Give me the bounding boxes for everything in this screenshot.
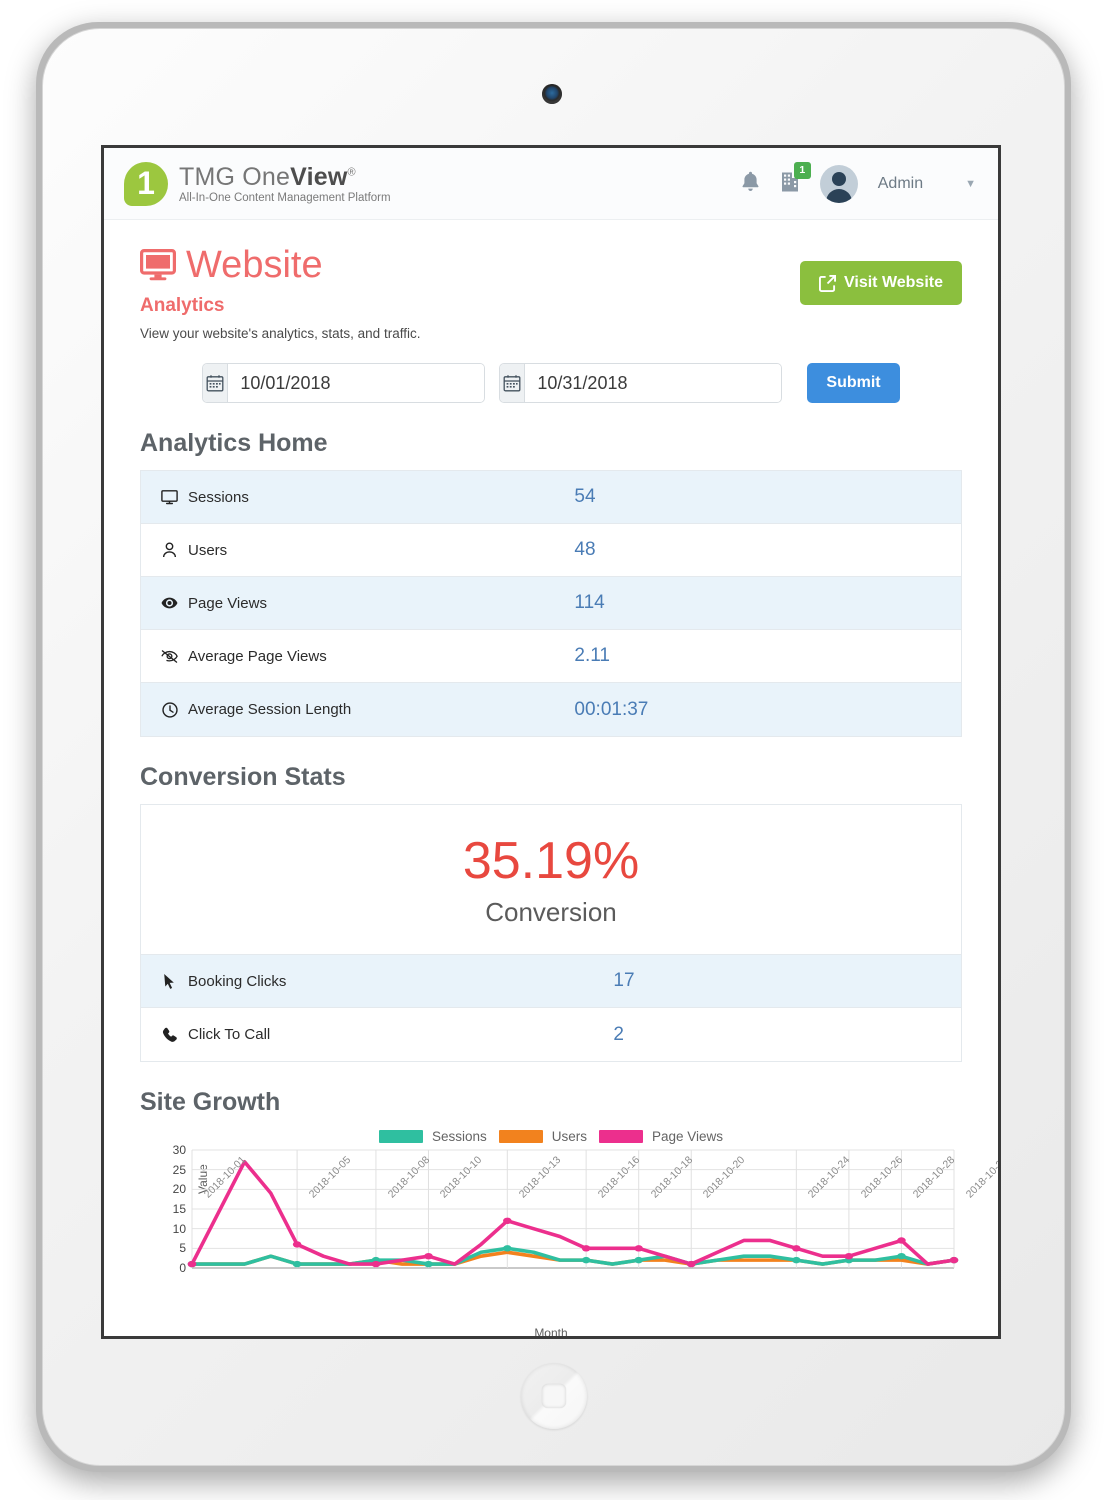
site-growth-heading: Site Growth	[140, 1088, 281, 1116]
brand-mark-icon: 1	[124, 161, 168, 206]
conversion-hero: 35.19% Conversion	[141, 805, 961, 955]
brand-mark-text: 1	[137, 165, 155, 201]
eye-icon	[161, 596, 178, 610]
monitor-icon	[140, 249, 176, 281]
conversion-stats-table: 35.19% Conversion Booking Clicks 17 Click …	[140, 804, 962, 1062]
end-date-input[interactable]	[525, 364, 782, 402]
clock-icon	[161, 701, 178, 718]
stat-value: 17	[613, 970, 635, 991]
stat-label: Page Views	[161, 595, 267, 612]
analytics-home-heading: Analytics Home	[140, 429, 328, 457]
stat-label-text: Average Page Views	[188, 647, 327, 665]
end-date-field[interactable]	[499, 363, 783, 403]
stat-label: Average Session Length	[161, 701, 351, 718]
page-content: Website Analytics View your website's an…	[104, 220, 998, 1339]
legend-item[interactable]: Users	[498, 1129, 587, 1144]
stat-value: 00:01:37	[574, 698, 649, 720]
table-row: Page Views 114	[141, 577, 961, 630]
stat-label-text: Click To Call	[188, 1026, 271, 1043]
stat-value: 114	[574, 592, 605, 613]
cursor-icon	[161, 973, 178, 990]
table-row: Booking Clicks 17	[141, 955, 961, 1008]
legend-label: Page Views	[652, 1129, 724, 1144]
y-tick-label: 30	[172, 1143, 186, 1157]
table-row: Average Session Length 00:01:37	[141, 683, 961, 736]
y-tick-label: 10	[172, 1221, 186, 1236]
site-growth-chart: Sessions Users Page Views Value 0 5 10 15 20 25…	[140, 1129, 998, 1339]
page-title-text: Website	[186, 244, 323, 286]
start-date-input[interactable]	[228, 364, 485, 402]
y-tick-label: 20	[172, 1182, 186, 1197]
stat-value: 2	[613, 1023, 624, 1045]
table-row: Sessions 54	[141, 471, 961, 524]
brand-wordmark: TMG OneView®	[179, 162, 391, 191]
building-badge: 1	[793, 161, 811, 179]
y-tick-label: 15	[172, 1202, 186, 1216]
phone-icon	[161, 1027, 178, 1043]
legend-swatch	[378, 1130, 423, 1143]
y-tick-label: 25	[172, 1162, 186, 1177]
conversion-caption: Conversion	[485, 897, 617, 927]
app-header: 1 TMG OneView® All-In-One Content Manage…	[104, 148, 998, 220]
user-icon	[161, 542, 178, 558]
legend-label: Users	[551, 1129, 587, 1144]
chart-plot-area: Value 0 5 10 15 20 25 30 2018-10-01 2018-10-05 2…	[173, 1143, 998, 1275]
stat-label: Click To Call	[161, 1026, 270, 1043]
monitor-icon	[161, 489, 178, 505]
stat-label-text: Page Views	[188, 594, 267, 612]
legend-item[interactable]: Sessions	[378, 1129, 487, 1144]
stat-label: Average Page Views	[161, 648, 327, 665]
user-name[interactable]: Admin	[878, 175, 923, 193]
table-row: Click To Call 2	[141, 1008, 961, 1061]
stat-label: Users	[161, 542, 227, 559]
stat-value: 48	[574, 539, 596, 560]
conversion-rows: Booking Clicks 17 Click To Call 2	[141, 955, 961, 1061]
stat-label-text: Booking Clicks	[188, 972, 287, 990]
chart-legend: Sessions Users Page Views	[140, 1129, 962, 1144]
brand-logo[interactable]: 1 TMG OneView® All-In-One Content Manage…	[124, 161, 391, 206]
stat-label: Booking Clicks	[161, 973, 286, 990]
calendar-icon[interactable]	[203, 364, 229, 402]
camera-icon	[542, 84, 562, 104]
stat-label-text: Users	[188, 541, 228, 559]
date-filter-row: Submit	[140, 363, 962, 403]
brand-registered-mark: ®	[347, 166, 356, 179]
tablet-screen: 1 TMG OneView® All-In-One Content Manage…	[101, 145, 1001, 1339]
stat-label-text: Sessions	[188, 488, 249, 506]
chart-x-axis-label: Month	[534, 1326, 568, 1339]
stat-value: 54	[574, 486, 596, 507]
home-button[interactable]	[521, 1363, 587, 1429]
y-tick-label: 5	[179, 1241, 186, 1256]
calendar-icon[interactable]	[500, 364, 526, 402]
stat-value: 2.11	[574, 645, 610, 666]
header-actions: 1 Admin ▼	[741, 161, 976, 203]
eye-slash-icon	[161, 649, 178, 664]
legend-item[interactable]: Page Views	[599, 1129, 723, 1144]
legend-swatch	[599, 1130, 643, 1143]
bell-icon[interactable]	[741, 171, 760, 196]
visit-website-label: Visit Website	[844, 274, 943, 291]
page-description: View your website's analytics, stats, an…	[140, 326, 421, 341]
brand-wordmark-bold: View	[290, 162, 348, 191]
table-row: Users 48	[141, 524, 961, 577]
start-date-field[interactable]	[202, 363, 486, 403]
avatar[interactable]	[819, 164, 858, 203]
x-tick-label: 2018-10-30	[963, 1154, 1001, 1201]
conversion-percent: 35.19%	[462, 832, 640, 890]
table-row: Average Page Views 2.11	[141, 630, 961, 683]
conversion-stats-heading: Conversion Stats	[140, 763, 346, 791]
y-tick-label: 0	[179, 1261, 186, 1275]
brand-tagline: All-In-One Content Management Platform	[179, 191, 391, 204]
brand-wordmark-light: TMG One	[179, 162, 291, 191]
stat-label: Sessions	[161, 489, 249, 506]
chevron-down-icon[interactable]: ▼	[965, 178, 976, 190]
visit-website-button[interactable]: Visit Website	[800, 261, 962, 305]
legend-label: Sessions	[431, 1129, 487, 1144]
stat-label-text: Average Session Length	[188, 701, 352, 718]
building-icon[interactable]: 1	[780, 161, 811, 197]
submit-button[interactable]: Submit	[807, 363, 900, 403]
legend-swatch	[498, 1130, 543, 1143]
external-link-icon	[819, 274, 836, 292]
analytics-home-table: Sessions 54 Users 48 Page Views 114 Average Pa…	[140, 470, 962, 737]
